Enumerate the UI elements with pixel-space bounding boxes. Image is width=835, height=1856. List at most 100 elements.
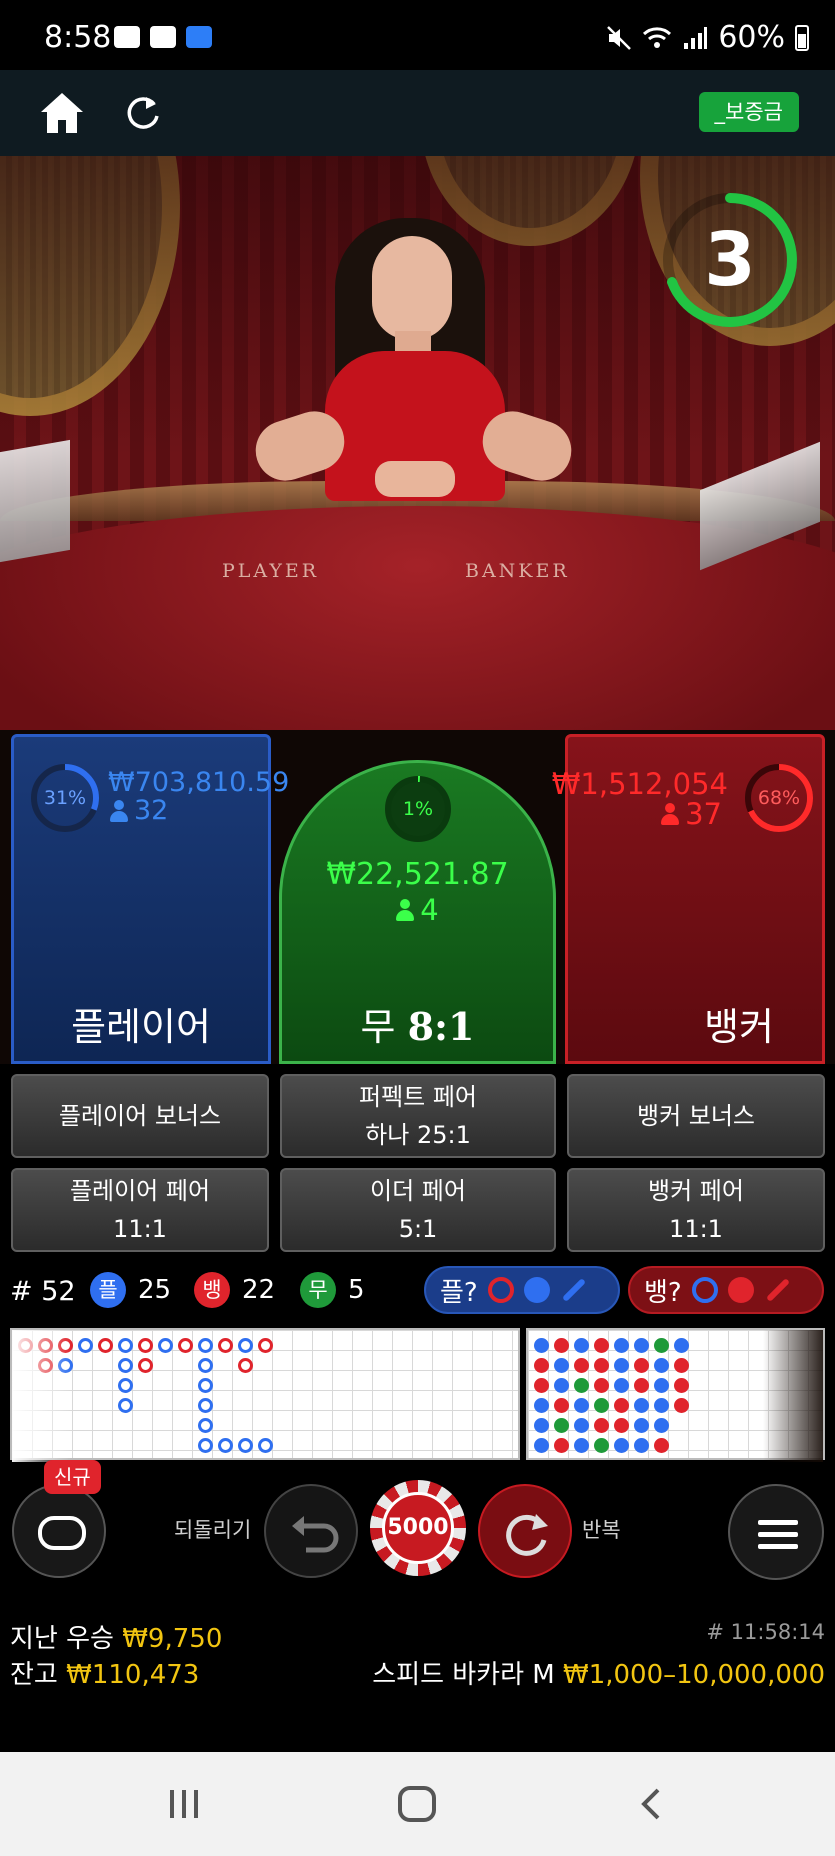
banker-pair-label: 뱅커 페어 [648, 1177, 744, 1205]
repeat-icon [506, 1514, 548, 1556]
undo-icon [292, 1516, 339, 1553]
menu-button[interactable] [728, 1484, 824, 1580]
undo-label: 되돌리기 [174, 1518, 252, 1542]
bet-limits: ₩1,000–10,000,000 [562, 1660, 825, 1690]
bet-controls: 신규 되돌리기 5000 반복 [0, 1460, 835, 1600]
banker-label: 뱅커 [704, 1005, 774, 1049]
player-bonus-label: 플레이어 보너스 [58, 1102, 222, 1130]
bead-mark [654, 1358, 669, 1373]
bead-mark [654, 1418, 669, 1433]
bead-plate-board[interactable] [526, 1328, 825, 1462]
bead-mark [654, 1398, 669, 1413]
system-nav-bar [0, 1752, 835, 1856]
tie-bettor-count: 4 [282, 893, 553, 927]
player-total-amount: ₩703,810.59 [108, 767, 290, 798]
player-pair-button[interactable]: 플레이어 페어 11:1 [11, 1168, 269, 1252]
player-prediction-button[interactable]: 플? [424, 1266, 620, 1314]
bead-mark [594, 1358, 609, 1373]
bead-mark [594, 1418, 609, 1433]
banker-bonus-button[interactable]: 뱅커 보너스 [567, 1074, 825, 1158]
bead-mark [634, 1378, 649, 1393]
refresh-icon[interactable] [122, 92, 164, 134]
road-mark [118, 1338, 133, 1353]
balance: 잔고 ₩110,473 [10, 1654, 199, 1691]
player-win-stat: 플 25 [90, 1272, 171, 1308]
bead-mark [634, 1398, 649, 1413]
repeat-button[interactable] [478, 1484, 572, 1578]
red-dot-icon [727, 1277, 754, 1303]
banker-glyph: 뱅 [194, 1272, 230, 1308]
home-nav-icon[interactable] [396, 1784, 438, 1824]
bead-mark [574, 1338, 589, 1353]
bead-mark [674, 1338, 689, 1353]
road-mark [118, 1378, 133, 1393]
deposit-button[interactable]: _보증금 [698, 92, 799, 132]
road-mark [118, 1398, 133, 1413]
perfect-pair-payout: 하나 25:1 [365, 1121, 471, 1149]
bead-mark [654, 1438, 669, 1453]
red-ring-icon [487, 1277, 514, 1303]
countdown-number: 3 [704, 217, 756, 303]
banker-bet-zone[interactable]: 68% ₩1,512,054 37 뱅커 [552, 734, 825, 1064]
dealer-face [372, 236, 452, 340]
card-tray-left [0, 439, 70, 563]
bead-mark [614, 1398, 629, 1413]
banker-total-amount: ₩1,512,054 [551, 767, 728, 801]
bead-mark [574, 1398, 589, 1413]
banker-prediction-button[interactable]: 뱅? [628, 1266, 824, 1314]
undo-button[interactable] [264, 1484, 358, 1578]
perfect-pair-button[interactable]: 퍼펙트 페어 하나 25:1 [280, 1074, 556, 1158]
bead-mark [534, 1418, 549, 1433]
road-mark [238, 1438, 253, 1453]
status-bar: 8:58 60% [0, 0, 835, 70]
bead-mark [534, 1438, 549, 1453]
banker-pair-button[interactable]: 뱅커 페어 11:1 [567, 1168, 825, 1252]
player-bonus-button[interactable]: 플레이어 보너스 [11, 1074, 269, 1158]
player-bet-zone[interactable]: 31% ₩703,810.59 32 플레이어 [11, 734, 289, 1064]
blue-ring-icon [691, 1277, 718, 1303]
balance-value: ₩110,473 [66, 1660, 200, 1690]
tie-people-value: 4 [420, 893, 439, 927]
recent-apps-icon[interactable] [166, 1784, 202, 1824]
road-mark [238, 1358, 253, 1373]
bead-mark [594, 1438, 609, 1453]
blue-slash-icon [561, 1277, 586, 1303]
signal-icon [684, 26, 708, 49]
bead-mark [654, 1378, 669, 1393]
bead-mark [534, 1398, 549, 1413]
balance-label: 잔고 [10, 1660, 58, 1690]
betting-board: 31% ₩703,810.59 32 플레이어 68% ₩1,512,054 3… [0, 730, 835, 1064]
person-icon [110, 799, 128, 822]
bead-mark [554, 1358, 569, 1373]
home-icon[interactable] [38, 90, 86, 136]
hamburger-icon [758, 1520, 798, 1549]
road-mark [218, 1338, 233, 1353]
bead-mark [554, 1398, 569, 1413]
road-fade [12, 1330, 72, 1462]
either-pair-button[interactable]: 이더 페어 5:1 [280, 1168, 556, 1252]
road-mark [238, 1338, 253, 1353]
chip-selector[interactable]: 5000 [370, 1480, 466, 1576]
tie-percent-ring: 1% [382, 773, 454, 845]
back-icon[interactable] [636, 1784, 666, 1824]
tie-glyph: 무 [300, 1272, 336, 1308]
player-glyph: 플 [90, 1272, 126, 1308]
big-road-board[interactable] [10, 1328, 520, 1462]
road-mark [78, 1338, 93, 1353]
message-icon [150, 26, 176, 48]
last-win: 지난 우승 ₩9,750 [10, 1618, 222, 1655]
chat-button[interactable] [12, 1484, 106, 1578]
last-win-value: ₩9,750 [122, 1624, 223, 1654]
bead-mark [574, 1378, 589, 1393]
player-pair-label: 플레이어 페어 [69, 1177, 211, 1205]
banker-pair-payout: 11:1 [669, 1215, 723, 1243]
stats-row: # 52 플 25 뱅 22 무 5 플? 뱅? [0, 1264, 835, 1316]
road-mark [218, 1438, 233, 1453]
bead-mark [634, 1338, 649, 1353]
road-mark [258, 1438, 273, 1453]
tie-count: 5 [348, 1275, 365, 1305]
mute-icon [607, 25, 632, 50]
bead-mark [534, 1378, 549, 1393]
tie-bet-zone[interactable]: 1% ₩22,521.87 4 무 8:1 [279, 760, 556, 1064]
tie-label-text: 무 [360, 1005, 396, 1049]
